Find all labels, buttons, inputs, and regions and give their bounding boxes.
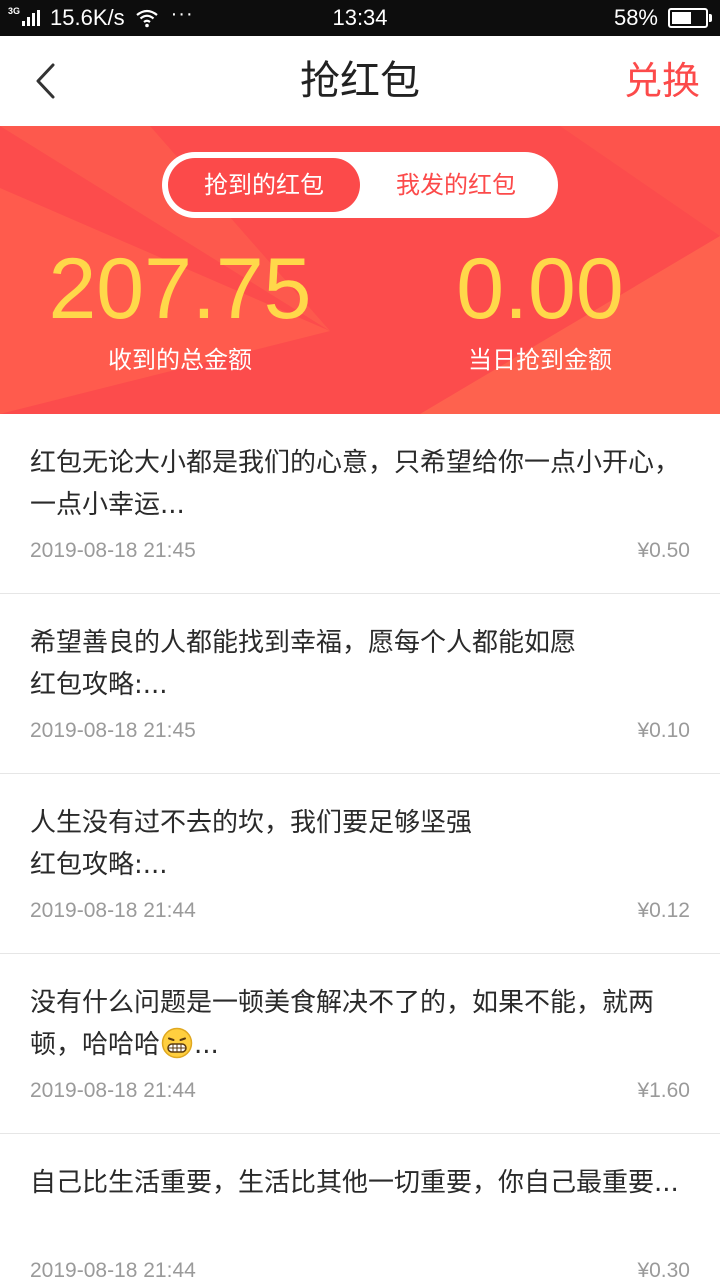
item-message: 红包无论大小都是我们的心意，只希望给你一点小开心，一点小幸运... [30, 442, 692, 526]
page-title: 抢红包 [300, 58, 420, 104]
item-amount: ¥0.50 [637, 539, 690, 562]
summary-header: 抢到的红包 我发的红包 207.75 收到的总金额 0.00 当日抢到金额 [0, 126, 720, 414]
list-item[interactable]: 红包无论大小都是我们的心意，只希望给你一点小开心，一点小幸运... 2019-0… [0, 414, 720, 594]
exchange-button[interactable]: 兑换 [624, 36, 700, 126]
item-time: 2019-08-18 21:44 [30, 899, 196, 922]
total-received-label: 收到的总金额 [108, 346, 252, 374]
total-received-value: 207.75 [48, 241, 312, 337]
list-item[interactable]: 自己比生活重要，生活比其他一切重要，你自己最重要... 2019-08-18 2… [0, 1134, 720, 1280]
packet-type-toggle: 抢到的红包 我发的红包 [162, 152, 558, 218]
red-packet-page: 3G 15.6K/s ··· 13:34 58% 抢红包 兑换 抢到的红包 我发… [0, 0, 720, 1280]
item-message-subtext: 红包攻略:... [30, 670, 168, 700]
battery-icon [668, 8, 712, 28]
item-message: 没有什么问题是一顿美食解决不了的，如果不能，就两顿，哈哈哈 ... [30, 982, 692, 1066]
item-time: 2019-08-18 21:44 [30, 1079, 196, 1102]
item-amount: ¥0.30 [637, 1259, 690, 1280]
tab-received-packets[interactable]: 抢到的红包 [168, 158, 360, 212]
red-packet-list: 红包无论大小都是我们的心意，只希望给你一点小开心，一点小幸运... 2019-0… [0, 414, 720, 1280]
item-message: 希望善良的人都能找到幸福，愿每个人都能如愿 红包攻略:... [30, 622, 692, 706]
item-message: 人生没有过不去的坎，我们要足够坚强 红包攻略:... [30, 802, 692, 886]
battery-percent: 58% [613, 5, 658, 30]
battery-fill [672, 12, 691, 24]
item-time: 2019-08-18 21:45 [30, 539, 196, 562]
status-right: 58% [613, 0, 712, 36]
tab-sent-packets[interactable]: 我发的红包 [360, 158, 552, 212]
item-message-subtext: 红包攻略:... [30, 850, 168, 880]
list-item[interactable]: 人生没有过不去的坎，我们要足够坚强 红包攻略:... 2019-08-18 21… [0, 774, 720, 954]
list-item[interactable]: 希望善良的人都能找到幸福，愿每个人都能如愿 红包攻略:... 2019-08-1… [0, 594, 720, 774]
item-message-text: 希望善良的人都能找到幸福，愿每个人都能如愿 [30, 628, 577, 658]
list-item[interactable]: 没有什么问题是一顿美食解决不了的，如果不能，就两顿，哈哈哈 ... 2019-0… [0, 954, 720, 1134]
item-message-text: 自己比生活重要，生活比其他一切重要，你自己最重要... [30, 1168, 679, 1198]
grin-emoji-icon [161, 1027, 193, 1059]
item-amount: ¥0.10 [637, 719, 690, 742]
item-message-text: 没有什么问题是一顿美食解决不了的，如果不能，就两顿，哈哈哈 [30, 988, 655, 1060]
today-received-label: 当日抢到金额 [468, 346, 612, 374]
item-message-text: 人生没有过不去的坎，我们要足够坚强 [30, 808, 473, 838]
status-time: 13:34 [332, 5, 388, 30]
navigation-bar: 抢红包 兑换 [0, 36, 720, 126]
today-received-stat: 0.00 当日抢到金额 [360, 244, 720, 378]
status-bar: 3G 15.6K/s ··· 13:34 58% [0, 0, 720, 36]
today-received-value: 0.00 [456, 241, 624, 337]
item-message-ellipsis: ... [194, 1030, 219, 1060]
item-amount: ¥0.12 [637, 899, 690, 922]
item-message: 自己比生活重要，生活比其他一切重要，你自己最重要... [30, 1162, 692, 1246]
total-received-stat: 207.75 收到的总金额 [0, 244, 360, 378]
item-amount: ¥1.60 [637, 1079, 690, 1102]
item-message-text: 红包无论大小都是我们的心意，只希望给你一点小开心，一点小幸运... [30, 448, 681, 520]
item-time: 2019-08-18 21:44 [30, 1259, 196, 1280]
item-time: 2019-08-18 21:45 [30, 719, 196, 742]
